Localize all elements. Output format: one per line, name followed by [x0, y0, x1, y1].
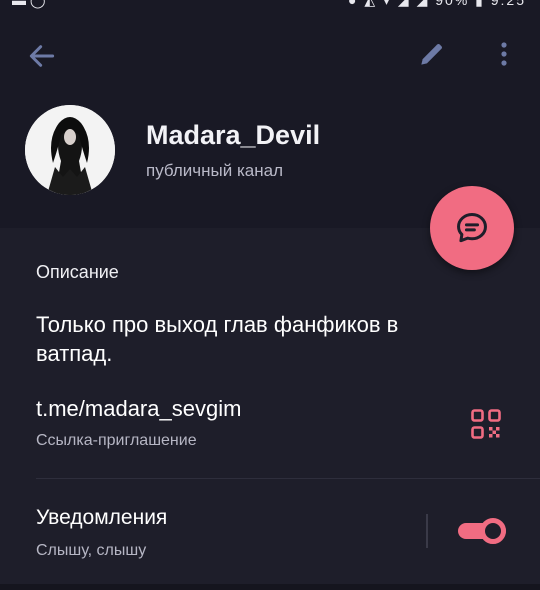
qr-code-button[interactable] — [470, 408, 502, 440]
channel-avatar[interactable] — [25, 105, 115, 195]
notifications-toggle[interactable] — [456, 516, 508, 546]
invite-link[interactable]: t.me/madara_sevgim — [36, 396, 241, 422]
avatar-figure — [25, 105, 115, 195]
channel-title: Madara_Devil — [146, 120, 321, 150]
description-text: Только про выход глав фанфиков в ватпад. — [36, 312, 399, 366]
more-options-button[interactable] — [490, 38, 518, 70]
chat-bubble-icon — [457, 213, 487, 243]
status-left-icons: ▬ ◯ — [12, 0, 46, 8]
toggle-separator — [426, 514, 428, 548]
notifications-title[interactable]: Уведомления — [36, 506, 167, 530]
bottom-edge — [0, 584, 540, 590]
arrow-left-icon — [29, 45, 55, 67]
message-fab-button[interactable] — [430, 186, 514, 270]
back-button[interactable] — [26, 40, 58, 72]
qr-code-icon — [471, 409, 501, 439]
edit-button[interactable] — [416, 38, 448, 70]
section-divider — [36, 478, 540, 479]
dots-vertical-icon — [501, 42, 507, 66]
description-label: Описание — [36, 262, 119, 282]
toggle-thumb — [480, 518, 506, 544]
invite-link-label: Ссылка-приглашение — [36, 432, 197, 449]
notifications-subtitle: Слышу, слышу — [36, 542, 147, 559]
channel-info-panel: Описание Только про выход глав фанфиков … — [0, 228, 540, 590]
pencil-icon — [421, 44, 442, 65]
status-bar: ▬ ◯ ● ◭ ▾ ◢ ◢ 90% ▮ 9:25 — [0, 0, 540, 10]
channel-subtitle: публичный канал — [146, 161, 283, 180]
status-right-icons: ● ◭ ▾ ◢ ◢ 90% ▮ 9:25 — [348, 0, 526, 8]
